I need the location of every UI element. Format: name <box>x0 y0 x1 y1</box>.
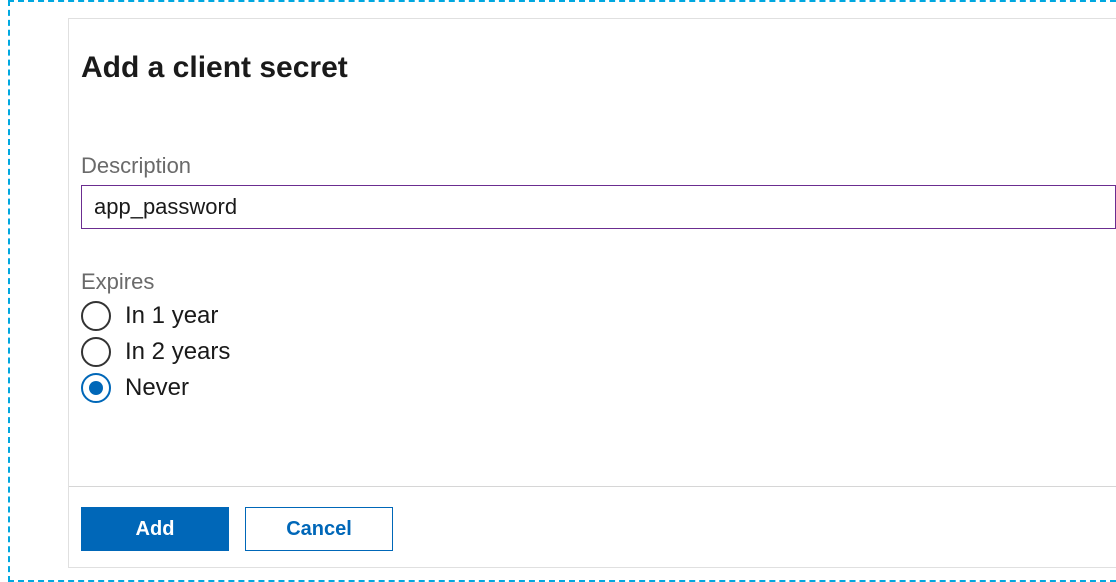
radio-option-in-2-years[interactable]: In 2 years <box>81 337 1116 367</box>
description-input[interactable] <box>81 185 1116 229</box>
cancel-button[interactable]: Cancel <box>245 507 393 551</box>
radio-option-label: Never <box>125 374 189 402</box>
radio-off-icon <box>81 301 111 331</box>
add-button[interactable]: Add <box>81 507 229 551</box>
radio-off-icon <box>81 337 111 367</box>
side-strip <box>8 432 10 472</box>
radio-option-never[interactable]: Never <box>81 373 1116 403</box>
add-client-secret-panel: Add a client secret Description Expires … <box>68 18 1116 568</box>
radio-on-icon <box>81 373 111 403</box>
radio-option-label: In 1 year <box>125 302 218 330</box>
button-row: Add Cancel <box>81 507 393 551</box>
expires-radio-group: In 1 year In 2 years Never <box>81 301 1116 403</box>
panel-title: Add a client secret <box>81 51 1116 85</box>
expires-label: Expires <box>81 269 1116 295</box>
footer-divider <box>69 486 1116 487</box>
radio-option-label: In 2 years <box>125 338 230 366</box>
description-label: Description <box>81 153 1116 179</box>
radio-option-in-1-year[interactable]: In 1 year <box>81 301 1116 331</box>
dashed-frame: Add a client secret Description Expires … <box>8 0 1116 582</box>
